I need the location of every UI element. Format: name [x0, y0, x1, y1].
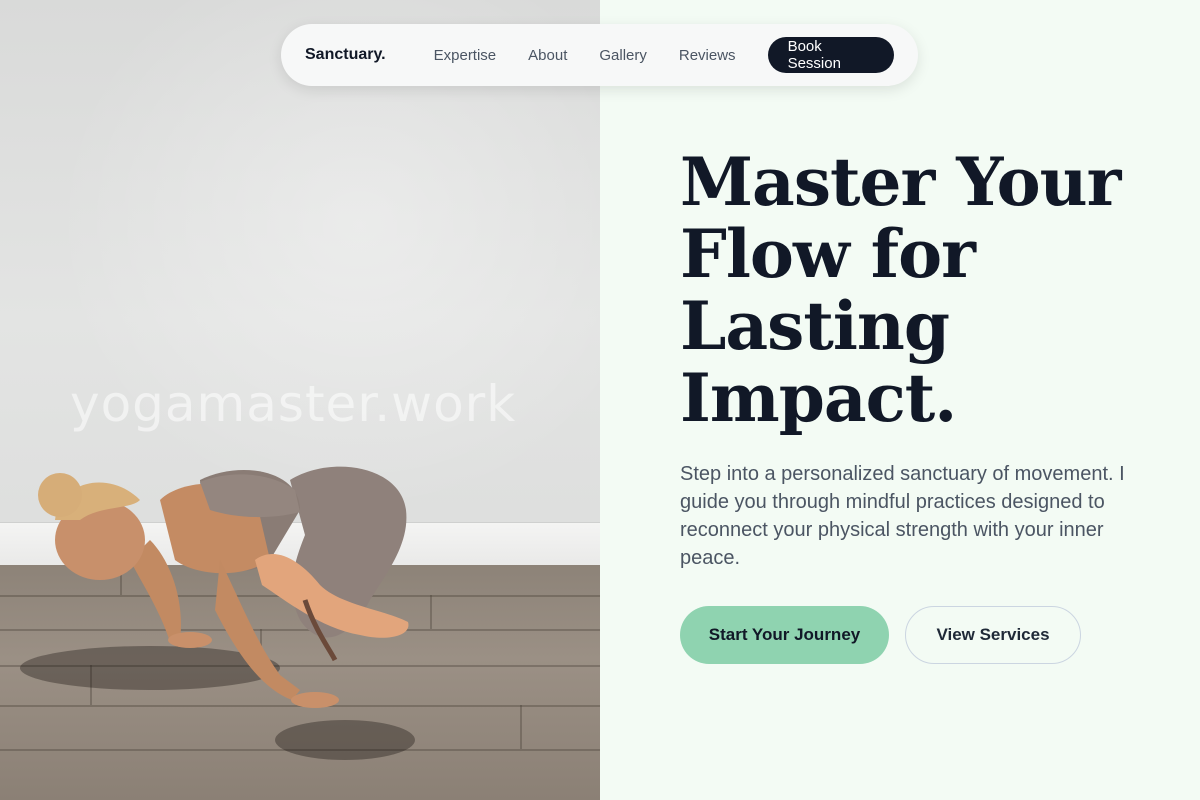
- hero-headline: Master Your Flow for Lasting Impact.: [680, 143, 1121, 437]
- nav-link-gallery[interactable]: Gallery: [599, 47, 647, 64]
- top-nav: Sanctuary. Expertise About Gallery Revie…: [281, 24, 918, 86]
- view-services-button[interactable]: View Services: [905, 606, 1081, 664]
- hero-actions: Start Your Journey View Services: [680, 606, 1150, 664]
- nav-link-about[interactable]: About: [528, 47, 567, 64]
- book-session-button[interactable]: Book Session: [767, 37, 894, 73]
- nav-link-expertise[interactable]: Expertise: [434, 47, 497, 64]
- nav-link-reviews[interactable]: Reviews: [679, 47, 736, 64]
- hero-section: Master Your Flow for Lasting Impact. Ste…: [680, 146, 1150, 664]
- brand-logo[interactable]: Sanctuary.: [305, 46, 386, 64]
- watermark-text: yogamaster.work: [70, 375, 517, 433]
- start-journey-button[interactable]: Start Your Journey: [680, 606, 889, 664]
- hero-photo: yogamaster.work: [0, 0, 600, 800]
- hero-description: Step into a personalized sanctuary of mo…: [680, 463, 1125, 569]
